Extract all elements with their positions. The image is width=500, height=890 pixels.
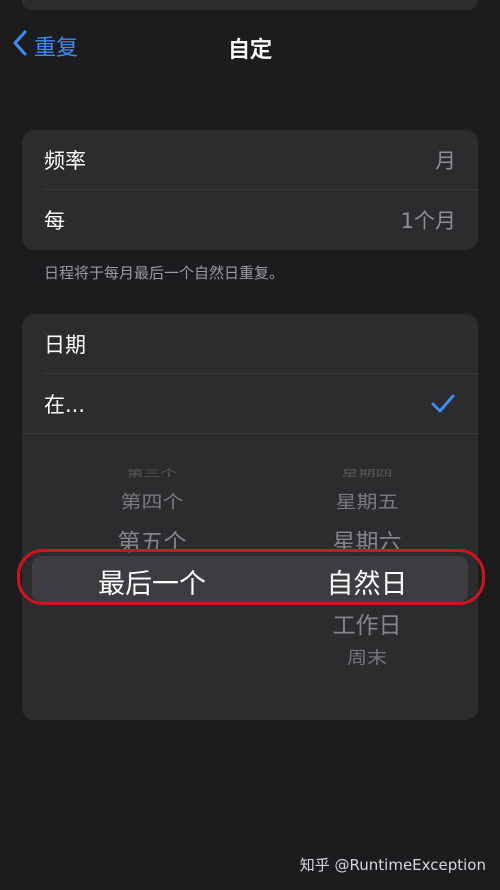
page-title: 自定 <box>227 38 272 63</box>
picker-item[interactable]: 星期四 <box>272 466 462 479</box>
interval-row[interactable]: 每 1个月 <box>22 190 478 250</box>
checkmark-icon <box>430 393 456 415</box>
picker-item[interactable]: 第三个 <box>62 466 242 479</box>
date-option-row[interactable]: 日期 <box>22 314 478 374</box>
watermark: 知乎 @RuntimeException <box>299 856 486 874</box>
frequency-row[interactable]: 频率 月 <box>22 130 478 190</box>
picker-item[interactable]: 第四个 <box>62 488 242 514</box>
interval-label: 每 <box>44 209 65 233</box>
date-card: 日期 在... 第三个 第四个 第五个 最后一个 星期四 星期五 星期六 自然日… <box>22 314 478 720</box>
repeat-summary: 日程将于每月最后一个自然日重复。 <box>44 264 285 282</box>
previous-card-edge <box>22 0 478 10</box>
frequency-card: 频率 月 每 1个月 <box>22 130 478 250</box>
interval-value: 1个月 <box>400 209 456 233</box>
picker-item[interactable]: 周末 <box>272 644 462 669</box>
on-the-option-row[interactable]: 在... <box>22 374 478 434</box>
frequency-label: 频率 <box>44 149 86 173</box>
annotation-circle <box>17 549 485 605</box>
date-option-label: 日期 <box>44 333 86 357</box>
navigation-bar: 重复 自定 <box>0 24 500 68</box>
frequency-value: 月 <box>435 149 456 173</box>
picker-item[interactable]: 星期五 <box>272 488 462 514</box>
picker-item[interactable]: 工作日 <box>272 606 462 640</box>
on-the-option-label: 在... <box>44 393 86 417</box>
